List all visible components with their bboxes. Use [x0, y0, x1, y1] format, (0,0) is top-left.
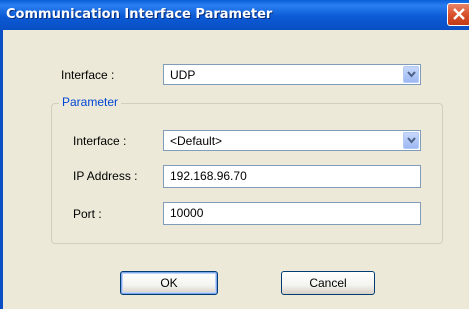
ip-address-label: IP Address :: [73, 169, 138, 183]
parameter-interface-label: Interface :: [73, 134, 127, 148]
window-frame-left: [0, 30, 3, 309]
interface-select-value: UDP: [170, 68, 196, 82]
interface-select[interactable]: UDP: [163, 64, 421, 85]
title-bar[interactable]: Communication Interface Parameter: [0, 0, 469, 30]
port-label: Port :: [73, 207, 102, 221]
close-button[interactable]: [447, 3, 469, 26]
close-icon: [453, 8, 465, 20]
dialog-window: Communication Interface Parameter Interf…: [0, 0, 469, 309]
parameter-interface-dropdown-button[interactable]: [403, 132, 419, 149]
parameter-interface-select[interactable]: <Default>: [163, 130, 421, 151]
ok-button[interactable]: OK: [120, 271, 218, 295]
parameter-group-legend: Parameter: [59, 95, 122, 109]
cancel-button[interactable]: Cancel: [281, 271, 375, 295]
ip-address-field[interactable]: 192.168.96.70: [163, 165, 421, 188]
chevron-down-icon: [407, 71, 416, 78]
port-field[interactable]: 10000: [163, 202, 421, 225]
interface-label: Interface :: [61, 68, 115, 82]
parameter-interface-select-value: <Default>: [170, 134, 223, 148]
window-title: Communication Interface Parameter: [6, 7, 273, 22]
interface-dropdown-button[interactable]: [403, 66, 419, 83]
chevron-down-icon: [407, 137, 416, 144]
